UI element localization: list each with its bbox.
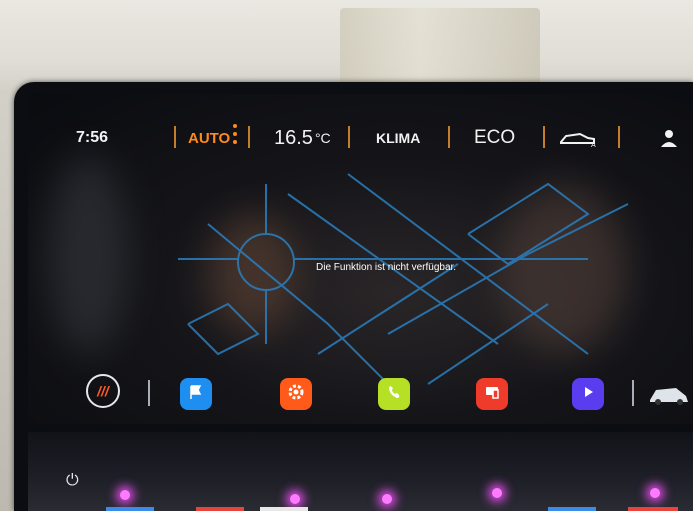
- separator: [543, 126, 545, 148]
- separator: [174, 126, 176, 148]
- svg-text:A: A: [591, 142, 596, 148]
- dock-separator: [148, 380, 150, 406]
- touch-slider-light[interactable]: [650, 488, 660, 498]
- fan-level-bar: [106, 507, 154, 511]
- gear-icon: [287, 383, 305, 406]
- separator: [348, 126, 350, 148]
- auto-climate-button[interactable]: AUTO: [188, 124, 230, 152]
- settings-app[interactable]: [280, 378, 312, 410]
- navigation-app[interactable]: [180, 378, 212, 410]
- touch-slider-light[interactable]: [492, 488, 502, 498]
- status-bar: 7:56 AUTO 16.5 °C KLIMA ECO A: [28, 124, 693, 152]
- background-object: [340, 8, 540, 88]
- play-icon: [580, 384, 596, 405]
- phone-app[interactable]: [378, 378, 410, 410]
- drive-mode-icon[interactable]: A: [558, 124, 598, 152]
- media-player-app[interactable]: [572, 378, 604, 410]
- touch-slider-light[interactable]: [120, 490, 130, 500]
- dock-separator: [632, 380, 634, 406]
- separator: [618, 126, 620, 148]
- climate-button[interactable]: KLIMA: [376, 124, 420, 152]
- status-message: Die Funktion ist nicht verfügbar.: [316, 262, 457, 273]
- heated-seat-button[interactable]: ///: [86, 374, 120, 408]
- temperature-unit: °C: [314, 130, 331, 146]
- phone-icon: [386, 384, 402, 405]
- app-dock: ///: [28, 372, 693, 420]
- touch-slider-light[interactable]: [382, 494, 392, 504]
- fan-level-bar: [548, 507, 596, 511]
- user-profile-icon[interactable]: [658, 124, 680, 152]
- media-connect-app[interactable]: [476, 378, 508, 410]
- flag-icon: [188, 384, 204, 405]
- power-icon[interactable]: ⏻: [66, 472, 79, 490]
- device-icon: [484, 384, 500, 405]
- temperature-value: 16.5: [274, 126, 313, 149]
- heat-level-bar: [628, 507, 678, 511]
- separator: [248, 126, 250, 148]
- eco-mode-button[interactable]: ECO: [474, 124, 515, 152]
- vehicle-icon[interactable]: [646, 380, 690, 413]
- touch-slider-light[interactable]: [290, 494, 300, 504]
- temperature-control[interactable]: 16.5 °C: [274, 124, 331, 152]
- climate-control-strip: ⏻: [28, 432, 693, 511]
- infotainment-screen: 7:56 AUTO 16.5 °C KLIMA ECO A Die Funktio…: [28, 94, 693, 424]
- more-options-icon[interactable]: [233, 124, 237, 144]
- level-bar: [260, 507, 308, 511]
- clock: 7:56: [76, 129, 109, 146]
- heat-level-bar: [196, 507, 244, 511]
- separator: [448, 126, 450, 148]
